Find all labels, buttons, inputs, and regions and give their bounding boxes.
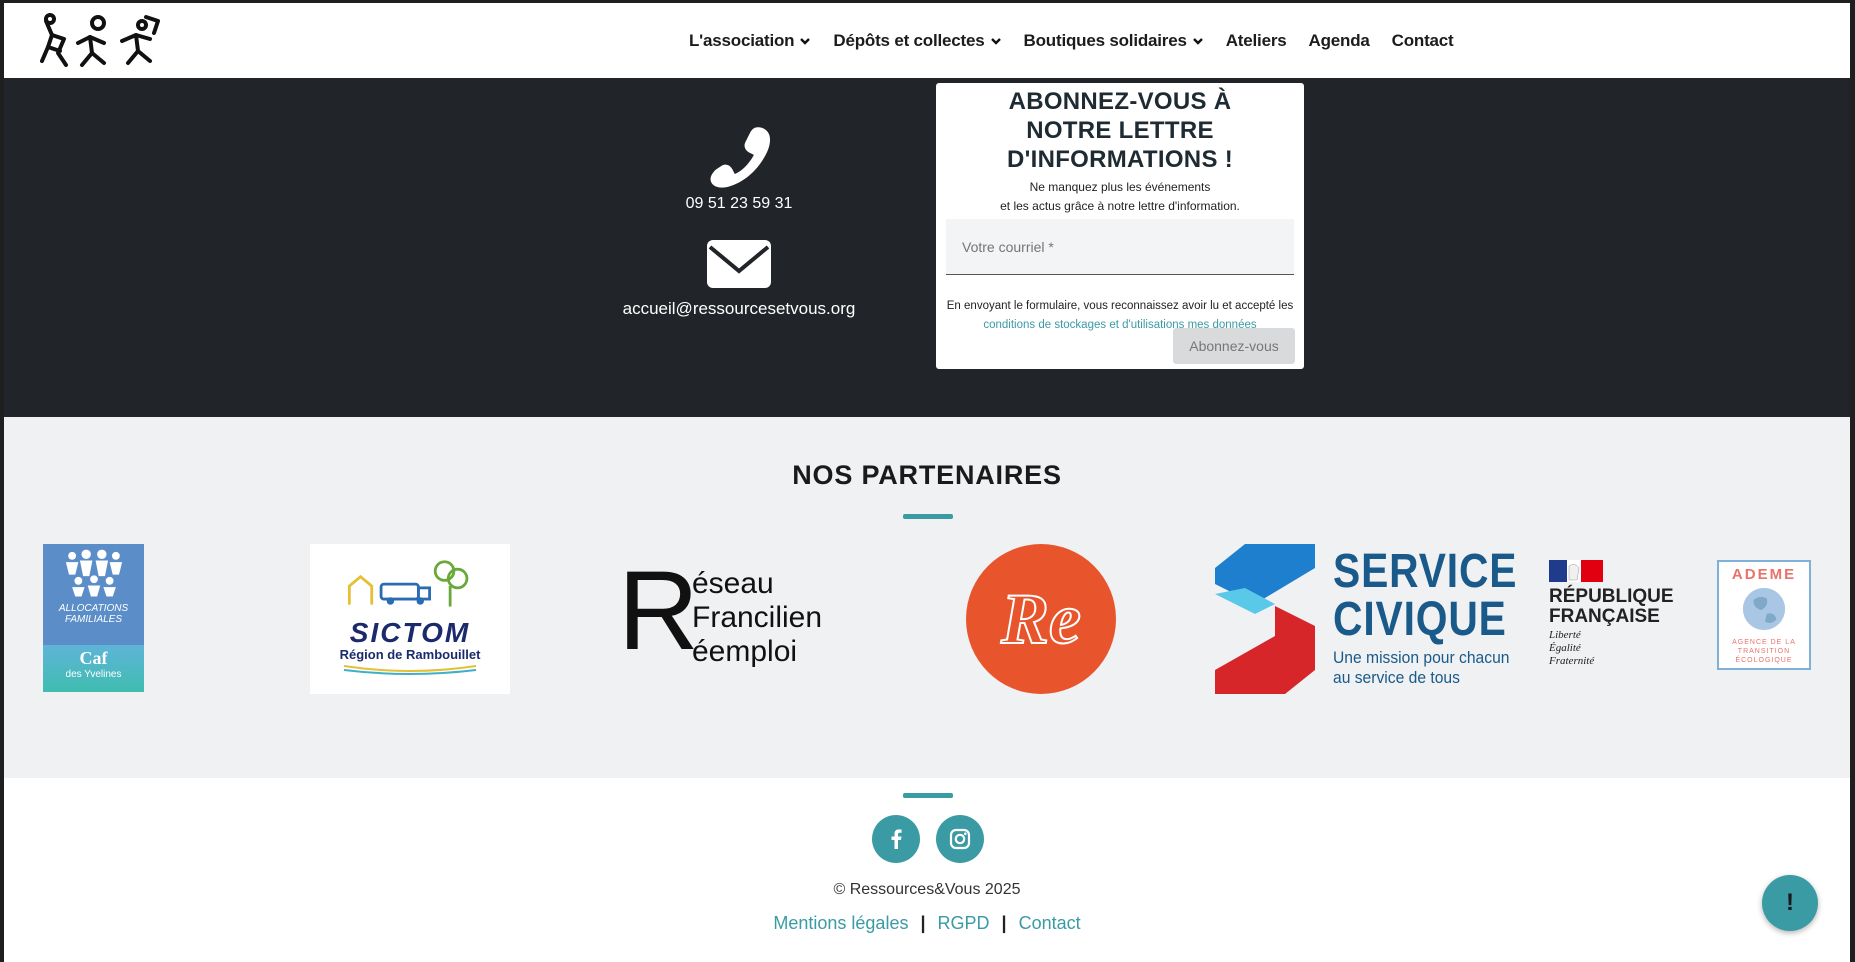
partner-logo-re[interactable]: Re [966, 544, 1116, 694]
ademe-l2: TRANSITION [1737, 648, 1791, 655]
chevron-down-icon [990, 37, 1001, 45]
newsletter-title: ABONNEZ-VOUS À NOTRE LETTRE D'INFORMATIO… [1006, 88, 1234, 173]
legal-text: En envoyant le formulaire, vous reconnai… [946, 300, 1294, 312]
contact-section: 09 51 23 59 31 accueil@ressourcesetvous.… [4, 78, 1850, 417]
contact-info: 09 51 23 59 31 accueil@ressourcesetvous.… [614, 123, 864, 319]
nav-item-label: Ateliers [1225, 30, 1287, 50]
nav-item-label: Contact [1391, 30, 1454, 50]
site-logo[interactable] [38, 13, 168, 71]
rf-m1: Liberté [1549, 629, 1581, 641]
sc-l4: au service de tous [1333, 668, 1460, 687]
email-address[interactable]: accueil@ressourcesetvous.org [614, 299, 864, 319]
sictom-sub: Région de Rambouillet [339, 647, 481, 662]
subscribe-button[interactable]: Abonnez-vous [1173, 328, 1295, 364]
sc-l3: Une mission pour chacun [1333, 648, 1510, 667]
ademe-l3: ÉCOLOGIQUE [1735, 657, 1793, 664]
main-navigation: L'association Dépôts et collectes Boutiq… [689, 3, 1454, 78]
reseau-l2: Francilien [692, 601, 823, 634]
reseau-l1: éseau [692, 567, 774, 600]
envelope-icon [707, 240, 771, 288]
caf-bottom: Caf des Yvelines [43, 645, 144, 692]
phone-number[interactable]: 09 51 23 59 31 [614, 195, 864, 213]
email-field[interactable] [946, 219, 1294, 274]
sictom-name: SICTOM [349, 617, 471, 648]
nav-item-contact[interactable]: Contact [1392, 31, 1454, 51]
reseau-r: R [618, 548, 699, 673]
sc-l1: SERVICE [1333, 545, 1518, 598]
caf-line2: FAMILIALES [64, 614, 123, 625]
phone-icon [710, 127, 771, 188]
sictom-waves-icon [343, 665, 477, 675]
instagram-link[interactable] [936, 815, 984, 863]
window-right-edge [1850, 0, 1855, 962]
newsletter-subtitle-line1: Ne manquez plus les événements [1029, 180, 1211, 194]
title-underline [903, 514, 953, 519]
link-separator: | [920, 913, 926, 933]
partner-logo-caf[interactable]: ALLOCATIONS FAMILIALES Caf des Yvelines [43, 544, 144, 692]
site-header: L'association Dépôts et collectes Boutiq… [4, 3, 1850, 78]
link-separator: | [1001, 913, 1007, 933]
site-footer: © Ressources&Vous 2025 Mentions légales |… [4, 778, 1850, 962]
rgpd-link[interactable]: RGPD [938, 913, 990, 933]
nav-item-label: Dépôts et collectes [833, 30, 985, 50]
rf-l2: FRANÇAISE [1549, 606, 1660, 627]
nav-item-label: Agenda [1308, 30, 1370, 50]
partner-logo-ademe[interactable]: ADEME AGENCE DE LA TRANSITION ÉCOLOGIQUE [1717, 560, 1811, 670]
reseau-l3: éemploi [692, 635, 798, 668]
nav-item-depots[interactable]: Dépôts et collectes [833, 31, 1001, 51]
facebook-link[interactable] [872, 815, 920, 863]
footer-links: Mentions légales | RGPD | Contact [4, 913, 1850, 934]
chevron-down-icon [1192, 37, 1203, 45]
partner-logo-sictom[interactable]: SICTOM Région de Rambouillet [310, 544, 510, 694]
partner-logo-republique[interactable]: RÉPUBLIQUE FRANÇAISE Liberté Égalité Fra… [1549, 560, 1684, 680]
ademe-l1: AGENCE DE LA [1732, 639, 1796, 646]
email-field-wrapper [946, 219, 1294, 275]
nav-item-association[interactable]: L'association [689, 31, 811, 51]
partners-section: NOS PARTENAIRES ALLOCATIONS FAMILIALES C… [4, 417, 1850, 778]
sc-l2: CIVIQUE [1333, 593, 1507, 646]
nav-item-label: L'association [689, 30, 795, 50]
partner-logo-service-civique[interactable]: SERVICE CIVIQUE Une mission pour chacun … [1215, 544, 1516, 694]
caf-line4: des Yvelines [65, 669, 122, 680]
copyright: © Ressources&Vous 2025 [833, 881, 1021, 898]
ademe-name: ADEME [1731, 566, 1797, 583]
caf-figures-icon [65, 549, 122, 597]
rf-m2: Égalité [1549, 642, 1581, 654]
caf-top: ALLOCATIONS FAMILIALES [43, 544, 144, 645]
sictom-illustration-icon [347, 560, 469, 607]
footer-contact-link[interactable]: Contact [1019, 913, 1081, 933]
partner-logo-reseau[interactable]: R éseau Francilien éemploi [618, 555, 838, 677]
legal-notice-link[interactable]: Mentions légales [773, 913, 908, 933]
caf-line1: ALLOCATIONS [58, 603, 129, 614]
rf-m3: Fraternité [1549, 655, 1595, 667]
facebook-icon [891, 829, 902, 849]
globe-icon [1742, 587, 1786, 631]
caf-line3: Caf [79, 648, 108, 668]
newsletter-subtitle-line2: et les actus grâce à notre lettre d'info… [1000, 199, 1240, 213]
help-button[interactable]: ! [1762, 875, 1818, 931]
nav-item-ateliers[interactable]: Ateliers [1226, 31, 1287, 51]
marianne-flag-icon [1549, 560, 1603, 582]
newsletter-form: ABONNEZ-VOUS À NOTRE LETTRE D'INFORMATIO… [936, 83, 1304, 369]
nav-item-boutiques[interactable]: Boutiques solidaires [1024, 31, 1204, 51]
newsletter-subtitle: Ne manquez plus les événements et les ac… [936, 178, 1304, 216]
partners-title: NOS PARTENAIRES [792, 460, 1062, 490]
instagram-icon [949, 828, 971, 850]
footer-divider [903, 793, 953, 798]
chevron-down-icon [800, 37, 811, 45]
re-text: Re [1000, 578, 1082, 660]
nav-item-label: Boutiques solidaires [1023, 30, 1187, 50]
service-civique-s-icon [1215, 544, 1315, 694]
nav-item-agenda[interactable]: Agenda [1309, 31, 1370, 51]
rf-l1: RÉPUBLIQUE [1549, 586, 1674, 607]
